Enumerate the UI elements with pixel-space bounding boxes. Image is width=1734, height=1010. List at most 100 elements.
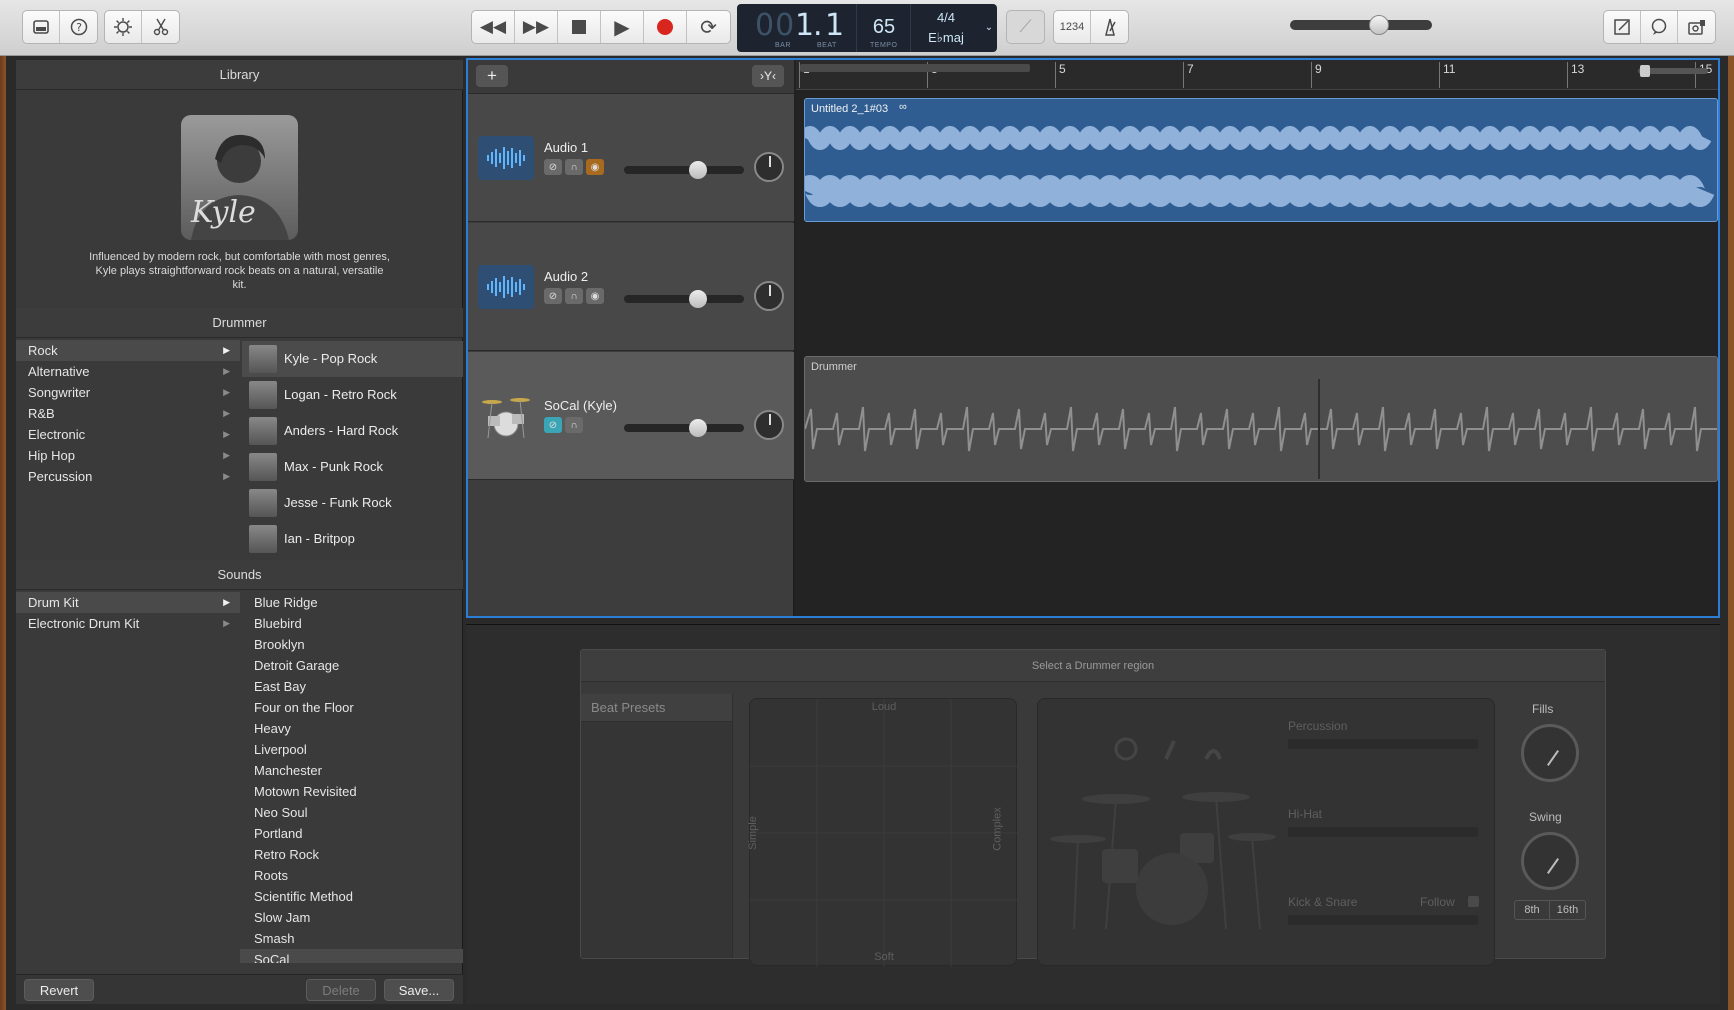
metronome-button[interactable] — [1091, 11, 1128, 43]
drummer-item[interactable]: Anders - Hard Rock — [242, 413, 463, 449]
sound-item[interactable]: Blue Ridge — [240, 592, 463, 613]
sound-item[interactable]: Retro Rock — [240, 844, 463, 865]
save-button[interactable]: Save... — [384, 979, 454, 1001]
track-header-audio-1[interactable]: Audio 1 ⊘ ∩ ◉ — [468, 94, 794, 222]
timeline-ruler[interactable]: 1 3 5 7 9 11 13 15 — [796, 60, 1718, 90]
sound-item[interactable]: Manchester — [240, 760, 463, 781]
drummer-region[interactable]: Drummer — [804, 356, 1718, 482]
pan-knob[interactable] — [754, 281, 784, 311]
notepad-button[interactable] — [1604, 11, 1641, 43]
drummer-item[interactable]: Jesse - Funk Rock — [242, 485, 463, 521]
record-enable-button[interactable]: ◉ — [586, 288, 604, 304]
count-in-button[interactable]: 1234 — [1054, 11, 1091, 43]
genre-rock[interactable]: Rock ▶ — [16, 340, 240, 361]
track-volume-slider[interactable] — [624, 290, 744, 308]
drummer-item[interactable]: Max - Punk Rock — [242, 449, 463, 485]
rewind-button[interactable]: ◀◀ — [472, 11, 515, 43]
tuner-button[interactable]: ⟋ — [1007, 11, 1044, 43]
complexity-pad[interactable]: Loud Soft Simple Complex — [747, 698, 1018, 967]
sound-item[interactable]: Liverpool — [240, 739, 463, 760]
genre-percussion[interactable]: Percussion ▶ — [16, 466, 240, 487]
mute-button[interactable]: ⊘ — [544, 417, 562, 433]
play-button[interactable]: ▶ — [601, 11, 644, 43]
hihat-slider[interactable] — [1288, 827, 1478, 837]
solo-button[interactable]: ∩ — [565, 417, 583, 433]
track-header-audio-2[interactable]: Audio 2 ⊘ ∩ ◉ — [468, 223, 794, 351]
drummer-item[interactable]: Ian - Britpop — [242, 521, 463, 557]
add-track-button[interactable]: + — [476, 65, 508, 87]
track-volume-knob[interactable] — [689, 419, 708, 437]
sound-item[interactable]: Neo Soul — [240, 802, 463, 823]
fast-forward-button[interactable]: ▶▶ — [515, 11, 558, 43]
loop-browser-button[interactable] — [1641, 11, 1678, 43]
genre-alternative[interactable]: Alternative ▶ — [16, 361, 240, 382]
master-volume-slider[interactable] — [1290, 15, 1432, 35]
track-volume-knob[interactable] — [689, 290, 708, 308]
sound-item[interactable]: Motown Revisited — [240, 781, 463, 802]
record-enable-button[interactable]: ◉ — [586, 159, 604, 175]
region-name: Drummer — [811, 361, 857, 373]
track-name[interactable]: Audio 1 — [544, 140, 588, 155]
percussion-slider[interactable] — [1288, 739, 1478, 749]
sound-item[interactable]: Scientific Method — [240, 886, 463, 907]
drummer-item[interactable]: Logan - Retro Rock — [242, 377, 463, 413]
sound-item[interactable]: Portland — [240, 823, 463, 844]
drum-kit-illustration-icon — [1050, 737, 1276, 929]
revert-button[interactable]: Revert — [24, 979, 94, 1001]
swing-8th-button[interactable]: 8th — [1515, 901, 1551, 919]
lcd-mode-chevron-icon[interactable]: ⌄ — [981, 4, 997, 52]
pan-knob[interactable] — [754, 410, 784, 440]
sound-item[interactable]: Bluebird — [240, 613, 463, 634]
sound-item-selected[interactable]: SoCal — [240, 949, 463, 963]
kick-snare-slider[interactable] — [1288, 915, 1478, 925]
media-browser-button[interactable] — [1678, 11, 1715, 43]
zoom-knob[interactable] — [1640, 65, 1650, 77]
sound-item[interactable]: Roots — [240, 865, 463, 886]
track-volume-slider[interactable] — [624, 161, 744, 179]
genre-hip-hop[interactable]: Hip Hop ▶ — [16, 445, 240, 466]
genre-rnb[interactable]: R&B ▶ — [16, 403, 240, 424]
beat-label: BEAT — [817, 42, 837, 49]
zoom-slider[interactable] — [1638, 65, 1708, 77]
track-header-drummer[interactable]: SoCal (Kyle) ⊘ ∩ — [468, 352, 794, 480]
sound-item[interactable]: Smash — [240, 928, 463, 949]
smart-controls-button[interactable] — [105, 11, 142, 43]
mute-button[interactable]: ⊘ — [544, 159, 562, 175]
genre-songwriter[interactable]: Songwriter ▶ — [16, 382, 240, 403]
track-volume-slider[interactable] — [624, 419, 744, 437]
swing-16th-button[interactable]: 16th — [1550, 901, 1585, 919]
editors-button[interactable] — [142, 11, 179, 43]
follow-checkbox[interactable] — [1468, 896, 1479, 907]
cycle-region[interactable] — [800, 64, 1030, 72]
sound-item[interactable]: Four on the Floor — [240, 697, 463, 718]
genre-electronic[interactable]: Electronic ▶ — [16, 424, 240, 445]
cycle-button[interactable]: ⟳ — [687, 11, 730, 43]
solo-button[interactable]: ∩ — [565, 288, 583, 304]
solo-button[interactable]: ∩ — [565, 159, 583, 175]
track-name[interactable]: SoCal (Kyle) — [544, 398, 617, 413]
master-volume-knob[interactable] — [1369, 15, 1390, 35]
fills-knob[interactable] — [1521, 724, 1579, 782]
sound-item[interactable]: Brooklyn — [240, 634, 463, 655]
library-button[interactable] — [23, 11, 60, 43]
sound-item[interactable]: Slow Jam — [240, 907, 463, 928]
ruler-bar-number: 15 — [1695, 62, 1712, 88]
drummer-item[interactable]: Kyle - Pop Rock — [242, 341, 463, 377]
mute-button[interactable]: ⊘ — [544, 288, 562, 304]
library-footer: Revert Delete Save... — [16, 974, 463, 1004]
track-volume-knob[interactable] — [689, 161, 708, 179]
track-name[interactable]: Audio 2 — [544, 269, 588, 284]
audio-region[interactable]: Untitled 2_1#03 ∞ — [804, 98, 1718, 222]
sound-item[interactable]: Detroit Garage — [240, 655, 463, 676]
lcd-display[interactable]: 00 1 . 1 BAR BEAT 65 TEMPO 4/4 E♭maj ⌄ — [737, 4, 997, 52]
help-button[interactable]: ? — [60, 11, 97, 43]
sound-item[interactable]: East Bay — [240, 676, 463, 697]
stop-button[interactable] — [558, 11, 601, 43]
catch-playhead-button[interactable]: ›Y‹ — [752, 65, 784, 87]
pan-knob[interactable] — [754, 152, 784, 182]
genre-label: Hip Hop — [28, 448, 75, 463]
delete-button[interactable]: Delete — [306, 979, 376, 1001]
sound-item[interactable]: Heavy — [240, 718, 463, 739]
swing-knob[interactable] — [1521, 832, 1579, 890]
record-button[interactable] — [644, 11, 687, 43]
